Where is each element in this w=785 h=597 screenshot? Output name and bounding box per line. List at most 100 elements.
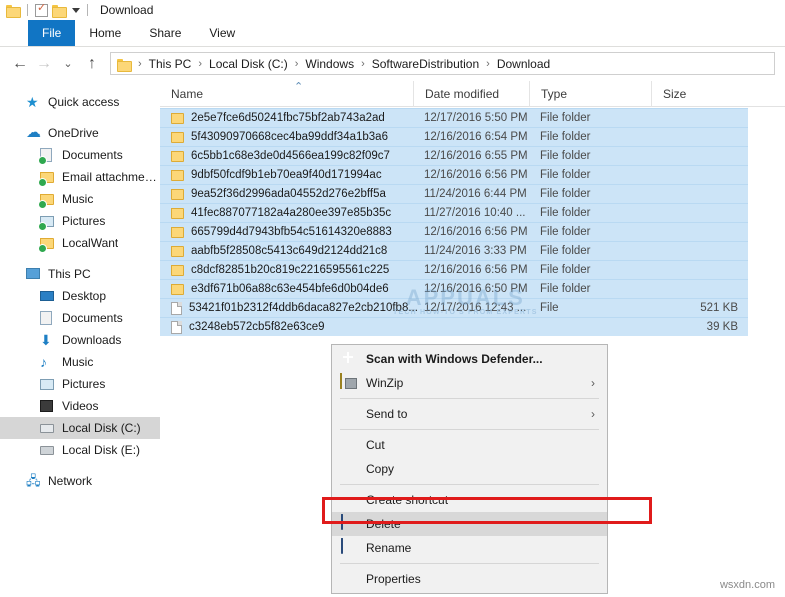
column-header-type[interactable]: Type bbox=[529, 80, 651, 107]
uac-shield-icon bbox=[340, 514, 358, 533]
menu-item-copy[interactable]: Copy bbox=[332, 457, 607, 481]
sidebar-item-documents[interactable]: Documents bbox=[0, 144, 160, 166]
sidebar-item-localwant[interactable]: LocalWant bbox=[0, 232, 160, 254]
date-modified-cell: 11/27/2016 10:40 ... bbox=[424, 207, 526, 219]
table-row[interactable]: 9dbf50fcdf9b1eb70ea9f40d171994ac 12/16/20… bbox=[160, 165, 748, 184]
breadcrumb-separator: › bbox=[138, 57, 142, 70]
tab-file[interactable]: File bbox=[28, 20, 76, 46]
breadcrumb-item-softwaredistribution[interactable]: SoftwareDistribution bbox=[369, 57, 482, 71]
column-header-name[interactable]: Name ⌃ bbox=[160, 81, 413, 107]
menu-item-cut[interactable]: Cut bbox=[332, 433, 607, 457]
sidebar-item-pictures[interactable]: Pictures bbox=[0, 210, 160, 232]
date-modified-cell: 12/16/2016 6:54 PM bbox=[424, 131, 528, 143]
arrow-right-icon[interactable]: → bbox=[32, 52, 56, 76]
document-icon bbox=[40, 310, 56, 326]
table-row[interactable]: c8dcf82851b20c819c2216595561c225 12/16/20… bbox=[160, 260, 748, 279]
menu-item-label: Scan with Windows Defender... bbox=[366, 352, 543, 366]
breadcrumb-separator: › bbox=[294, 57, 299, 70]
sidebar-item-videos[interactable]: Videos bbox=[0, 395, 160, 417]
breadcrumb-item-download[interactable]: Download bbox=[494, 57, 553, 71]
column-header-size[interactable]: Size bbox=[651, 80, 747, 107]
sidebar-item-network[interactable]: 🖧 Network bbox=[0, 470, 160, 492]
cloud-icon: ☁ bbox=[26, 125, 42, 141]
properties-icon[interactable] bbox=[35, 2, 48, 17]
music-note-icon-glyph: ♪ bbox=[40, 354, 47, 370]
menu-item-rename[interactable]: Rename bbox=[332, 536, 607, 560]
folder-icon bbox=[171, 226, 184, 238]
type-cell: File folder bbox=[540, 245, 591, 257]
table-row[interactable]: 665799d4d7943bfb54c51614320e8883 12/16/20… bbox=[160, 222, 748, 241]
menu-item-create-shortcut[interactable]: Create shortcut bbox=[332, 488, 607, 512]
title-bar: Download bbox=[0, 0, 785, 20]
file-icon bbox=[171, 320, 182, 334]
sidebar-item-local-disk-e[interactable]: Local Disk (E:) bbox=[0, 439, 160, 461]
table-row[interactable]: aabfb5f28508c5413c649d2124dd21c8 11/24/20… bbox=[160, 241, 748, 260]
menu-item-label: Delete bbox=[366, 517, 401, 531]
picture-icon-glyph bbox=[40, 379, 54, 390]
quick-access-toolbar[interactable] bbox=[0, 2, 91, 18]
sidebar-item-desktop[interactable]: Desktop bbox=[0, 285, 160, 307]
date-modified-cell: 11/24/2016 3:33 PM bbox=[424, 245, 527, 257]
file-name-cell: e3df671b06a88c63e454bfe6d0b04de6 bbox=[160, 283, 413, 295]
table-row[interactable]: c3248eb572cb5f82e63ce9 39 KB bbox=[160, 317, 748, 336]
breadcrumb-item-local-disk-c[interactable]: Local Disk (C:) bbox=[206, 57, 291, 71]
new-folder-icon[interactable] bbox=[52, 4, 67, 18]
table-row[interactable]: 9ea52f36d2996ada04552d276e2bff5a 11/24/20… bbox=[160, 184, 748, 203]
sidebar-item-music[interactable]: Music bbox=[0, 188, 160, 210]
archive-icon bbox=[340, 373, 342, 389]
sidebar-item-label: Desktop bbox=[62, 289, 107, 303]
tab-home[interactable]: Home bbox=[75, 20, 135, 46]
menu-item-send-to[interactable]: Send to › bbox=[332, 402, 607, 426]
type-cell: File folder bbox=[540, 188, 591, 200]
folder-icon[interactable] bbox=[6, 4, 21, 18]
folder-icon bbox=[117, 58, 132, 72]
arrow-up-icon[interactable]: ↑ bbox=[80, 52, 104, 76]
breadcrumb-item-windows[interactable]: Windows bbox=[302, 57, 357, 71]
sidebar-item-local-disk-c[interactable]: Local Disk (C:) bbox=[0, 417, 160, 439]
sidebar-item-quick-access[interactable]: ★ Quick access bbox=[0, 91, 160, 113]
chevron-down-icon[interactable]: ⌄ bbox=[56, 52, 80, 76]
star-icon: ★ bbox=[26, 94, 42, 110]
sidebar-item-label: Pictures bbox=[62, 214, 106, 228]
tab-view[interactable]: View bbox=[195, 20, 249, 46]
sidebar-item-label: Documents bbox=[62, 148, 123, 162]
sidebar-item-onedrive[interactable]: ☁ OneDrive bbox=[0, 122, 160, 144]
sidebar-item-label: OneDrive bbox=[48, 126, 99, 140]
table-row[interactable]: 53421f01b2312f4ddb6daca827e2cb210fb8... 1… bbox=[160, 298, 748, 317]
windows-defender-shield-icon bbox=[340, 350, 358, 368]
table-row[interactable]: 41fec887077182a4a280ee397e85b35c 11/27/20… bbox=[160, 203, 748, 222]
sidebar-item-label: Music bbox=[62, 355, 94, 369]
sidebar-item-pictures[interactable]: Pictures bbox=[0, 373, 160, 395]
breadcrumb[interactable]: › This PC › Local Disk (C:) › Windows › … bbox=[110, 52, 775, 75]
customize-dropdown-icon[interactable] bbox=[72, 7, 80, 13]
sidebar-item-music[interactable]: ♪ Music bbox=[0, 351, 160, 373]
column-header-date-modified[interactable]: Date modified bbox=[413, 80, 529, 107]
table-row[interactable]: 5f43090970668cec4ba99ddf34a1b3a6 12/16/20… bbox=[160, 127, 748, 146]
sidebar-item-email-attachments[interactable]: Email attachments bbox=[0, 166, 160, 188]
type-cell: File folder bbox=[540, 283, 591, 295]
table-row[interactable]: 6c5bb1c68e3de0d4566ea199c82f09c7 12/16/20… bbox=[160, 146, 748, 165]
breadcrumb-item-this-pc[interactable]: This PC bbox=[146, 57, 195, 71]
arrow-left-icon[interactable]: ← bbox=[8, 52, 32, 76]
table-row[interactable]: e3df671b06a88c63e454bfe6d0b04de6 12/16/20… bbox=[160, 279, 748, 298]
sidebar-item-downloads[interactable]: ⬇ Downloads bbox=[0, 329, 160, 351]
menu-item-scan-with-windows-defender[interactable]: Scan with Windows Defender... bbox=[332, 347, 607, 371]
sidebar-item-this-pc[interactable]: This PC bbox=[0, 263, 160, 285]
file-name-label: e3df671b06a88c63e454bfe6d0b04de6 bbox=[191, 283, 389, 295]
network-icon: 🖧 bbox=[26, 473, 42, 489]
tab-share[interactable]: Share bbox=[135, 20, 195, 46]
file-name-label: c3248eb572cb5f82e63ce9 bbox=[189, 321, 325, 333]
menu-separator bbox=[340, 398, 599, 399]
menu-item-delete[interactable]: Delete bbox=[332, 512, 607, 536]
file-name-cell: c3248eb572cb5f82e63ce9 bbox=[160, 320, 413, 334]
file-explorer-window: Download File Home Share View ← → ⌄ ↑ › … bbox=[0, 0, 785, 597]
menu-item-properties[interactable]: Properties bbox=[332, 567, 607, 591]
sidebar-item-documents[interactable]: Documents bbox=[0, 307, 160, 329]
size-cell: 521 KB bbox=[700, 302, 738, 314]
table-row[interactable]: 2e5e7fce6d50241fbc75bf2ab743a2ad 12/17/20… bbox=[160, 108, 748, 127]
date-modified-cell: 12/16/2016 6:56 PM bbox=[424, 169, 528, 181]
menu-item-winzip[interactable]: WinZip › bbox=[332, 371, 607, 395]
sidebar-item-label: Local Disk (C:) bbox=[62, 421, 141, 435]
